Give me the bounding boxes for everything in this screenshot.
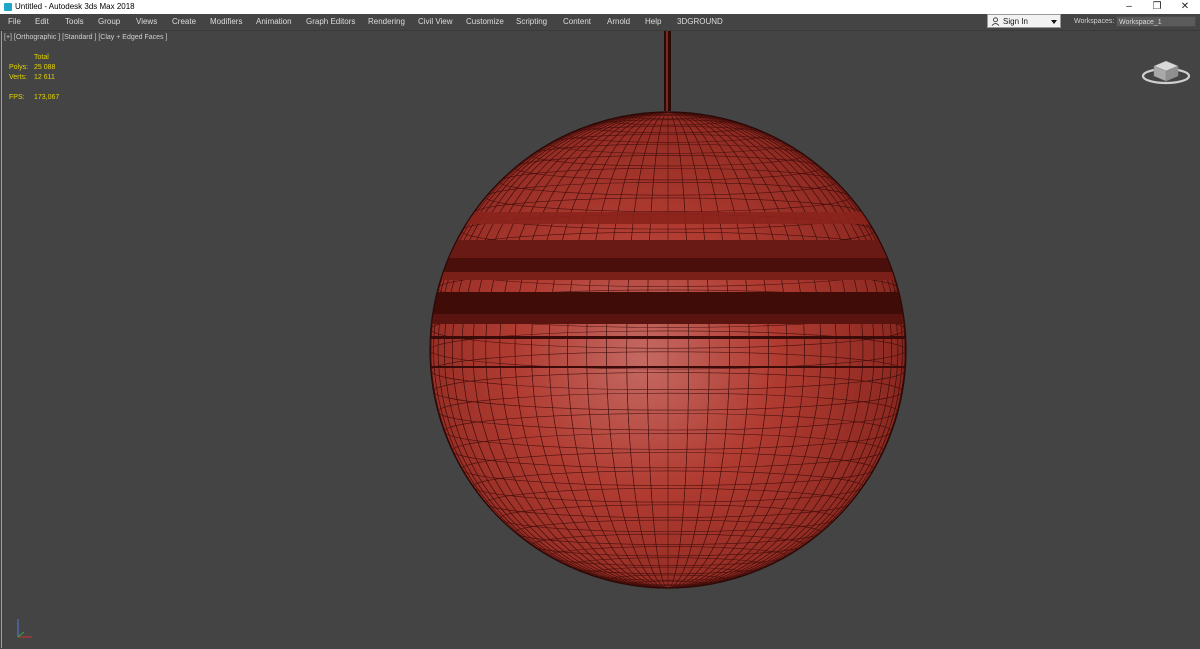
close-icon[interactable]: ✕ [1171, 0, 1199, 14]
menu-tools[interactable]: Tools [65, 14, 84, 30]
title-bar: Untitled - Autodesk 3ds Max 2018 – ❐ ✕ [0, 0, 1200, 14]
menu-views[interactable]: Views [136, 14, 157, 30]
menu-file[interactable]: File [8, 14, 21, 30]
menu-edit[interactable]: Edit [35, 14, 49, 30]
menu-animation[interactable]: Animation [256, 14, 292, 30]
polys-label: Polys: [9, 64, 29, 71]
verts-value: 12 611 [34, 74, 55, 81]
3dsmax-app-icon [4, 3, 12, 11]
fps-value: 173,067 [34, 94, 60, 101]
axis-tripod-icon [17, 619, 32, 638]
viewport-label[interactable]: [+] [Orthographic ] [Standard ] [Clay + … [4, 33, 167, 43]
workspace-label: Workspaces: [1074, 18, 1115, 25]
menu-rendering[interactable]: Rendering [368, 14, 405, 30]
menu-civil-view[interactable]: Civil View [418, 14, 453, 30]
polys-value: 25 088 [34, 64, 56, 71]
menu-customize[interactable]: Customize [466, 14, 504, 30]
sign-in-label: Sign In [1003, 17, 1028, 26]
restore-icon[interactable]: ❐ [1143, 0, 1171, 14]
menu-help[interactable]: Help [645, 14, 661, 30]
viewcube-icon[interactable] [1140, 54, 1192, 86]
menu-modifiers[interactable]: Modifiers [210, 14, 242, 30]
menu-create[interactable]: Create [172, 14, 196, 30]
menu-3dground[interactable]: 3DGROUND [677, 14, 723, 30]
window-title: Untitled - Autodesk 3ds Max 2018 [15, 2, 135, 11]
menu-group[interactable]: Group [98, 14, 120, 30]
minimize-icon[interactable]: – [1115, 0, 1143, 14]
chevron-down-icon [1051, 20, 1057, 24]
stats-header: Total [34, 54, 49, 61]
verts-label: Verts: [9, 74, 27, 81]
sign-in-dropdown[interactable]: Sign In [987, 14, 1061, 28]
menu-graph-editors[interactable]: Graph Editors [306, 14, 355, 30]
menu-scripting[interactable]: Scripting [516, 14, 547, 30]
menu-content[interactable]: Content [563, 14, 591, 30]
sphere-scene[interactable] [0, 31, 1200, 649]
workspace-select[interactable]: Workspace_1 [1116, 16, 1196, 27]
fps-label: FPS: [9, 94, 25, 101]
user-icon [991, 17, 1000, 26]
menu-arnold[interactable]: Arnold [607, 14, 630, 30]
